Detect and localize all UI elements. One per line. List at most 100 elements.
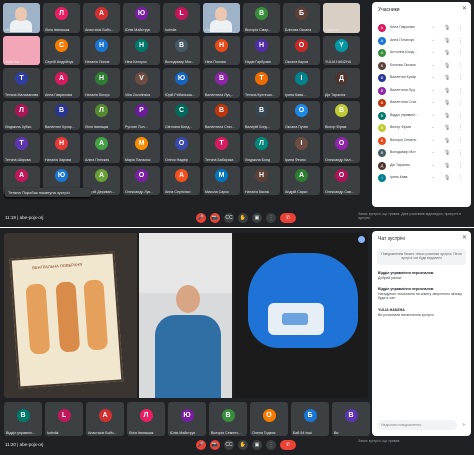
participant-tile[interactable]: Н Ніна Каторос: [123, 35, 160, 65]
participant-tile[interactable]: Т Тетяна Кухтеша...: [243, 68, 280, 98]
participant-tile[interactable]: М Микола Сарко: [203, 165, 240, 195]
mic-off-button[interactable]: 🎤: [196, 213, 206, 223]
participant-tile[interactable]: С Сергій Андрійчук: [43, 35, 80, 65]
raise-hand-button[interactable]: ✋: [238, 440, 248, 450]
pin-icon[interactable]: ◦: [432, 88, 434, 94]
participant-tile[interactable]: В Валентин Кухар...: [43, 100, 80, 130]
participant-tile[interactable]: Н Наталія Зарова: [43, 133, 80, 163]
participant-tile[interactable]: Л Людмила Бонд: [243, 133, 280, 163]
participant-list-item[interactable]: І Ірина Кава ◦ 🎙 ⋮: [376, 172, 468, 185]
participant-tile[interactable]: А Анна Сергієнко: [163, 165, 200, 195]
more-icon[interactable]: ⋮: [458, 113, 463, 119]
participant-tile[interactable]: В Віктор Фірма: [323, 100, 360, 130]
participant-list-item[interactable]: А Анна Гаврилюк ◦ 🎙 ⋮: [376, 22, 468, 35]
participant-tile[interactable]: І Ірина Фесюк: [283, 133, 320, 163]
more-icon[interactable]: ⋮: [458, 38, 463, 44]
participant-list-item[interactable]: В Віктор Фірма ◦ 🎙 ⋮: [376, 122, 468, 135]
participant-tile[interactable]: О Олександр Лук...: [123, 165, 160, 195]
participant-tile[interactable]: Viktoria Semenc...: [3, 3, 40, 33]
mic-icon[interactable]: 🎙: [444, 125, 450, 131]
mic-off-button[interactable]: 🎤: [196, 440, 206, 450]
participant-tile[interactable]: В Валерій Богд...: [243, 100, 280, 130]
participant-tile[interactable]: Л Людмила Зубко: [3, 100, 40, 130]
camera-off-button[interactable]: 📷: [210, 440, 220, 450]
participant-tile[interactable]: Ю Юлія Майструк: [168, 402, 206, 436]
mic-icon[interactable]: 🎙: [444, 75, 450, 81]
mic-icon[interactable]: 🎙: [444, 63, 450, 69]
more-icon[interactable]: ⋮: [458, 175, 463, 181]
chat-message-input[interactable]: Надіслати повідомлення: [377, 420, 457, 430]
participant-list-item[interactable]: В Валентина Луц ◦ 🎙 ⋮: [376, 85, 468, 98]
participant-list-item[interactable]: В Валентин Кухар ◦ 🎙 ⋮: [376, 72, 468, 85]
participant-tile[interactable]: В Відділ управлін...: [4, 402, 42, 436]
more-icon[interactable]: ⋮: [458, 163, 463, 169]
participant-tile[interactable]: Н Наталія Білоус: [83, 68, 120, 98]
leave-call-button[interactable]: ✆: [280, 440, 296, 450]
participant-tile[interactable]: А Анна Гаврилова: [43, 68, 80, 98]
participant-tile[interactable]: А Аліна Плескач: [83, 133, 120, 163]
participant-tile[interactable]: Н Надія Гарбузюк: [243, 35, 280, 65]
participant-tile[interactable]: Т Тетяна Шарова: [3, 133, 40, 163]
mic-icon[interactable]: 🎙: [444, 38, 450, 44]
pin-icon[interactable]: ◦: [432, 63, 434, 69]
more-icon[interactable]: ⋮: [458, 150, 463, 156]
more-icon[interactable]: ⋮: [458, 75, 463, 81]
close-icon[interactable]: ✕: [462, 234, 467, 241]
mic-icon[interactable]: 🎙: [444, 88, 450, 94]
pin-icon[interactable]: ◦: [432, 113, 434, 119]
pin-icon[interactable]: ◦: [432, 25, 434, 31]
participant-tile[interactable]: Л Лілія Іваніщак: [83, 100, 120, 130]
participant-list-item[interactable]: В Вікторія Семенч ◦ 🎙 ⋮: [376, 135, 468, 148]
participant-list-item[interactable]: А Анна Потапчук ◦ 🎙 ⋮: [376, 35, 468, 48]
participant-tile[interactable]: В Ви: [332, 402, 370, 436]
participant-tile[interactable]: Б Бай 54 інші: [291, 402, 329, 436]
participant-tile[interactable]: Т Тетяна Бабарика: [203, 133, 240, 163]
participant-tile[interactable]: Lludmila: [163, 3, 200, 33]
participant-tile[interactable]: А Анастасія Бойч...: [83, 3, 120, 33]
participant-tile[interactable]: А Анастасія Бойч...: [86, 402, 124, 436]
more-icon[interactable]: ⋮: [458, 25, 463, 31]
more-icon[interactable]: ⋮: [458, 138, 463, 144]
pin-icon[interactable]: ◦: [432, 38, 434, 44]
participant-tile[interactable]: Л Лілія Іванишак: [127, 402, 165, 436]
more-icon[interactable]: ⋮: [458, 125, 463, 131]
participant-tile[interactable]: О Оксана Пучек: [283, 100, 320, 130]
participant-tile[interactable]: Т Тетяна Малаханова: [3, 68, 40, 98]
participant-tile[interactable]: Н Ніна Попова: [203, 35, 240, 65]
participant-tile[interactable]: Yulia Hai...: [3, 35, 40, 65]
participant-tile[interactable]: Ю Юлія Майструк: [123, 3, 160, 33]
participant-tile[interactable]: А Андрій Сарко: [283, 165, 320, 195]
participant-tile[interactable]: М Марія Панасюк: [123, 133, 160, 163]
mic-icon[interactable]: 🎙: [444, 150, 450, 156]
participant-tile[interactable]: Юрій Кр...: [323, 3, 360, 33]
participant-tile[interactable]: О Олеся Надвір: [163, 133, 200, 163]
pin-icon[interactable]: ◦: [432, 175, 434, 181]
camera-off-button[interactable]: 📷: [210, 213, 220, 223]
pin-icon[interactable]: ◦: [432, 50, 434, 56]
pin-icon[interactable]: [358, 236, 365, 243]
participant-tile[interactable]: В Вікторія Смир...: [243, 3, 280, 33]
participant-list-item[interactable]: В Володимир Мот ◦ 🎙 ⋮: [376, 147, 468, 160]
mic-icon[interactable]: 🎙: [444, 50, 450, 56]
pin-icon[interactable]: ◦: [432, 75, 434, 81]
send-icon[interactable]: ➤: [462, 422, 466, 428]
participant-tile[interactable]: Н Наталія Попов: [83, 35, 120, 65]
participant-list-item[interactable]: Б Блінова Оксана ◦ 🎙 ⋮: [376, 60, 468, 73]
mic-icon[interactable]: 🎙: [444, 100, 450, 106]
participant-tile[interactable]: О Олена Годзюк: [250, 402, 288, 436]
participant-tile[interactable]: Сергей Кондр...: [203, 3, 240, 33]
participant-tile[interactable]: С Світлана Бонд...: [163, 100, 200, 130]
present-button[interactable]: ▣: [252, 213, 262, 223]
close-icon[interactable]: ✕: [462, 5, 467, 12]
more-icon[interactable]: ⋮: [458, 63, 463, 69]
participant-tile[interactable]: В Валентина Луц...: [203, 68, 240, 98]
present-button[interactable]: ▣: [252, 440, 262, 450]
participant-tile[interactable]: Y YULIA HANZHA: [323, 35, 360, 65]
participant-tile[interactable]: Б Блінова Оксана: [283, 3, 320, 33]
participant-tile[interactable]: В Вікторія Семенч...: [209, 402, 247, 436]
participant-list-item[interactable]: В Валентина Стах ◦ 🎙 ⋮: [376, 97, 468, 110]
participant-tile[interactable]: Ю Юрій Рибальськ...: [163, 68, 200, 98]
pin-icon[interactable]: ◦: [432, 150, 434, 156]
participant-tile[interactable]: О Оксана Каров: [283, 35, 320, 65]
mic-icon[interactable]: 🎙: [444, 163, 450, 169]
